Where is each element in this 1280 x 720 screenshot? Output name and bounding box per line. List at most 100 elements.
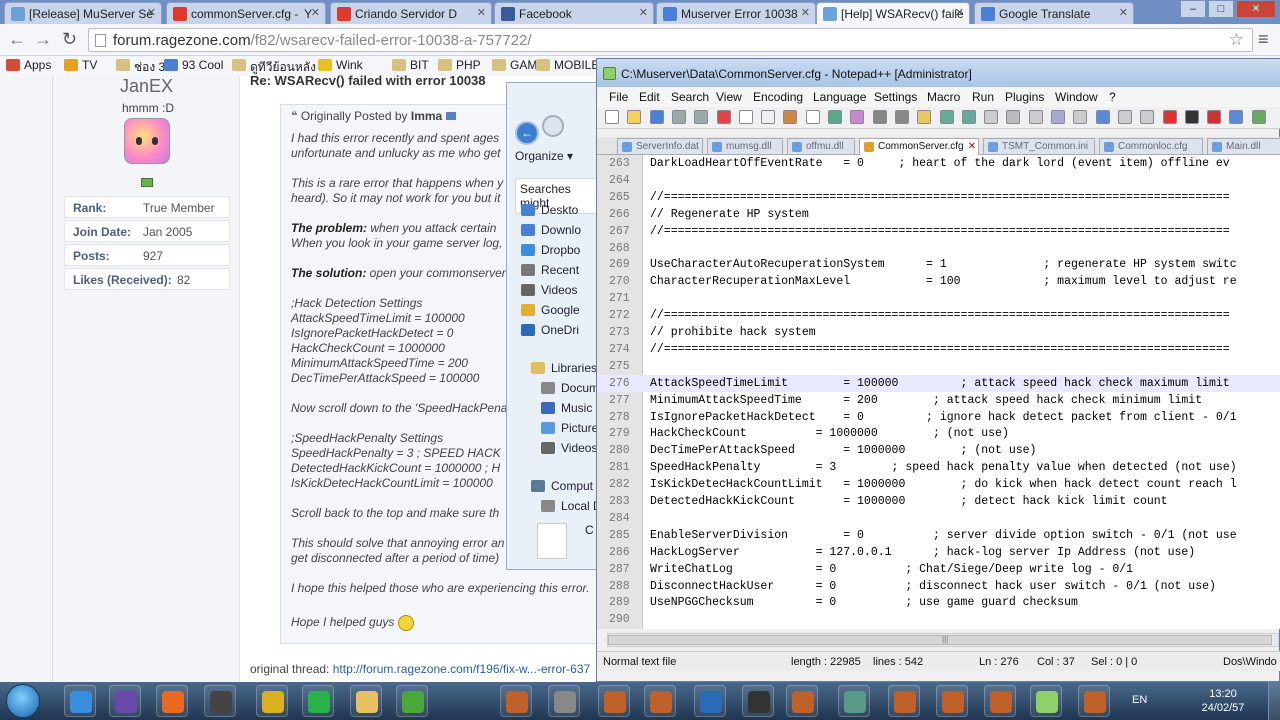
toolbar-button-icon[interactable]	[738, 110, 753, 124]
menu-plugins[interactable]: Plugins	[1005, 90, 1044, 104]
address-bar[interactable]: forum.ragezone.com/f82/wsarecv-failed-er…	[88, 28, 1253, 52]
view-post-icon[interactable]	[445, 112, 456, 120]
toolbar-button-icon[interactable]	[850, 110, 865, 124]
toolbar-button-icon[interactable]	[828, 110, 842, 124]
menu-view[interactable]: View	[716, 90, 742, 104]
app-icon[interactable]	[694, 685, 726, 717]
tab-muserver-error[interactable]: Muserver Error 10038 ✕	[656, 2, 816, 24]
tab-facebook[interactable]: Facebook ✕	[494, 2, 654, 24]
toolbar-button-icon[interactable]	[716, 110, 731, 124]
horizontal-scrollbar[interactable]: |||	[607, 633, 1279, 647]
bookmark-item[interactable]: PHP	[438, 58, 481, 72]
editor[interactable]: 263 DarkLoadHeartOffEventRate = 0 ; heart…	[597, 155, 1280, 629]
back-arrow-icon[interactable]: ←	[8, 30, 26, 48]
bookmark-item[interactable]: MOBILE	[536, 58, 599, 72]
explorer-nav-item[interactable]: Picture	[541, 421, 598, 435]
toolbar-button-icon[interactable]	[894, 110, 909, 124]
reload-icon[interactable]: ↻	[62, 30, 77, 48]
start-button[interactable]	[6, 684, 40, 718]
bookmark-star-icon[interactable]: ☆	[1229, 30, 1244, 50]
explorer-nav-item[interactable]: Recent	[521, 263, 579, 277]
toolbar-button-icon[interactable]	[1207, 110, 1222, 124]
server-icon[interactable]	[548, 685, 580, 717]
toolbar-button-icon[interactable]	[1051, 110, 1065, 124]
explorer-nav-item[interactable]: Videos	[541, 441, 597, 455]
file-tab[interactable]: offmu.dll	[787, 138, 855, 155]
explorer-icon[interactable]	[350, 685, 382, 717]
tab-google-translate[interactable]: Google Translate ✕	[974, 2, 1134, 24]
utorrent-icon[interactable]	[396, 685, 428, 717]
toolbar-button-icon[interactable]	[984, 110, 999, 124]
toolbar-button-icon[interactable]	[605, 110, 619, 124]
mu-icon-5[interactable]	[888, 685, 920, 717]
file-tab[interactable]: ServerInfo.dat	[617, 138, 703, 155]
toolbar-button-icon[interactable]	[1162, 110, 1177, 124]
explorer-nav-item[interactable]: Deskto	[521, 203, 578, 217]
menu-file[interactable]: File	[609, 90, 628, 104]
menu-icon[interactable]: ≡	[1258, 30, 1269, 48]
explorer-nav-item[interactable]: Downlo	[521, 223, 581, 237]
toolbar-button-icon[interactable]	[805, 110, 820, 124]
file-tab[interactable]: mumsg.dll	[707, 138, 783, 155]
file-icon[interactable]	[537, 523, 567, 559]
explorer-nav-item[interactable]: Docum	[541, 381, 599, 395]
chrome-icon[interactable]	[256, 685, 288, 717]
toolbar-button-icon[interactable]	[671, 110, 686, 124]
explorer-nav-item[interactable]: OneDri	[521, 323, 579, 337]
file-tab[interactable]: Main.dll	[1207, 138, 1280, 155]
close-tab-icon[interactable]: ✕	[147, 6, 156, 19]
forward-arrow-icon[interactable]: →	[34, 30, 52, 48]
firefox-icon[interactable]	[156, 685, 188, 717]
menu-window[interactable]: Window	[1055, 90, 1098, 104]
explorer-nav-item[interactable]: Dropbo	[521, 243, 580, 257]
close-tab-icon[interactable]: ✕	[955, 6, 964, 19]
organize-button[interactable]: Organize ▾	[515, 149, 573, 163]
tab-release-muserver[interactable]: [Release] MuServer Se ✕	[4, 2, 162, 24]
mu-icon-4[interactable]	[786, 685, 818, 717]
notepadpp-icon[interactable]	[1030, 685, 1062, 717]
bookmark-item[interactable]: ช่อง 3	[116, 58, 165, 77]
close-window-button[interactable]: ✕	[1236, 0, 1276, 18]
toolbar-button-icon[interactable]	[961, 110, 976, 124]
visual-studio-icon[interactable]	[109, 685, 141, 717]
menu-search[interactable]: Search	[671, 90, 709, 104]
toolbar-button-icon[interactable]	[1028, 110, 1043, 124]
close-tab-icon[interactable]: ✕	[311, 6, 320, 19]
menu-macro[interactable]: Macro	[927, 90, 960, 104]
clock[interactable]: 13:20 24/02/57	[1200, 687, 1246, 715]
tab-help-wsarecv[interactable]: [Help] WSARecv() faile ✕	[816, 2, 970, 24]
toolbar-button-icon[interactable]	[627, 110, 642, 124]
close-tab-icon[interactable]: ✕	[477, 6, 486, 19]
toolbar-button-icon[interactable]	[917, 110, 932, 124]
explorer-nav-item[interactable]: Videos	[521, 283, 577, 297]
toolbar-button-icon[interactable]	[939, 110, 954, 124]
menu-edit[interactable]: Edit	[639, 90, 660, 104]
bookmark-item[interactable]: TV	[64, 58, 97, 72]
bookmark-item[interactable]: Wink	[318, 58, 363, 72]
explorer-nav-item[interactable]: Comput	[531, 479, 593, 493]
menu-run[interactable]: Run	[972, 90, 994, 104]
quote-author[interactable]: Imma	[411, 109, 442, 123]
ie-icon[interactable]	[64, 685, 96, 717]
bookmark-item[interactable]: 93 Cool	[164, 58, 223, 72]
toolbar-button-icon[interactable]	[694, 110, 709, 124]
maximize-button[interactable]: □	[1208, 0, 1234, 18]
toolbar-button-icon[interactable]	[1184, 110, 1199, 124]
original-thread-link[interactable]: http://forum.ragezone.com/f196/fix-w...-…	[333, 662, 590, 676]
excel-icon[interactable]	[742, 685, 774, 717]
tab-criando-servidor[interactable]: Criando Servidor D ✕	[330, 2, 492, 24]
explorer-back-icon[interactable]: ←	[515, 121, 539, 145]
explorer-nav-item[interactable]: Google	[521, 303, 580, 317]
toolbar-button-icon[interactable]	[1117, 110, 1132, 124]
menu-language[interactable]: Language	[813, 90, 866, 104]
mu-icon-3[interactable]	[644, 685, 676, 717]
close-tab-icon[interactable]: ✕	[801, 6, 810, 19]
toolbar-button-icon[interactable]	[1095, 110, 1110, 124]
menu-help[interactable]: ?	[1109, 90, 1116, 104]
toolbar-button-icon[interactable]	[1251, 110, 1266, 124]
minimize-button[interactable]: –	[1180, 0, 1206, 18]
explorer-nav-item[interactable]: Libraries	[531, 361, 597, 375]
close-tab-icon[interactable]: ✕	[1119, 6, 1128, 19]
file-tab[interactable]: TSMT_Common.ini	[983, 138, 1095, 155]
toolbar-button-icon[interactable]	[1229, 110, 1244, 124]
